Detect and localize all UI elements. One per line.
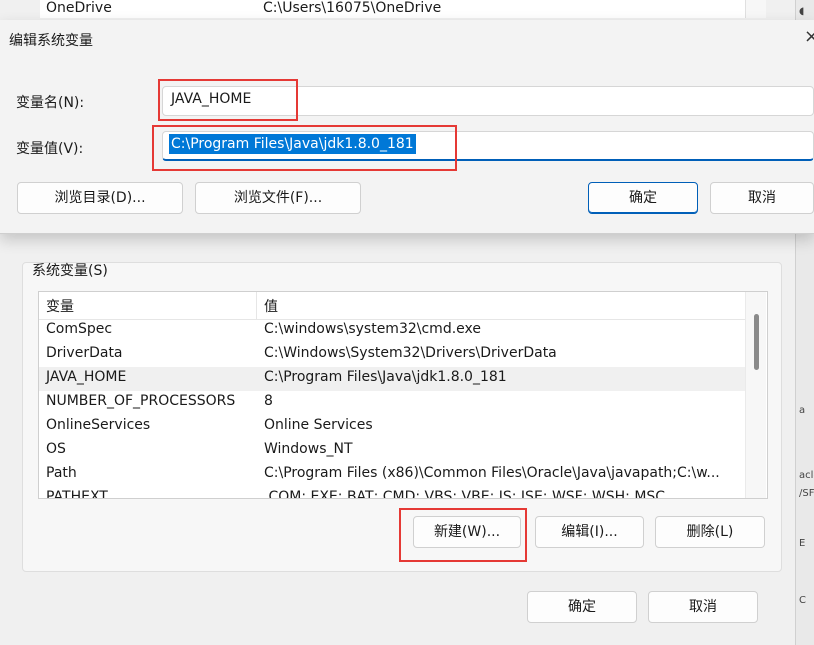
annotation-box-variable-name: [158, 79, 298, 121]
var-value: Online Services: [264, 417, 373, 433]
var-value: 8: [264, 393, 273, 409]
ok-button[interactable]: 确定: [527, 591, 637, 623]
background-icon: ◖: [799, 6, 805, 17]
background-fragment: acle: [799, 470, 814, 481]
column-separator[interactable]: [256, 292, 257, 319]
var-name: OS: [46, 441, 66, 457]
user-var-scrollbar[interactable]: [745, 0, 766, 18]
edit-variable-button[interactable]: 编辑(I)...: [535, 516, 644, 548]
var-value: .COM;.EXE;.BAT;.CMD;.VBS;.VBE;.JS;.JSE;.…: [264, 489, 666, 499]
cancel-button[interactable]: 取消: [648, 591, 758, 623]
table-row[interactable]: NUMBER_OF_PROCESSORS 8: [39, 391, 745, 415]
table-row[interactable]: Path C:\Program Files (x86)\Common Files…: [39, 463, 745, 487]
table-row-selected[interactable]: JAVA_HOME C:\Program Files\Java\jdk1.8.0…: [39, 367, 745, 391]
browse-file-button[interactable]: 浏览文件(F)...: [195, 182, 361, 214]
dialog-title: 编辑系统变量: [9, 33, 93, 49]
delete-variable-button[interactable]: 删除(L): [655, 516, 765, 548]
background-fragment: a: [799, 405, 806, 416]
browse-directory-button[interactable]: 浏览目录(D)...: [17, 182, 183, 214]
var-value: C:\windows\system32\cmd.exe: [264, 321, 481, 337]
background-fragment: E: [799, 538, 806, 549]
var-name: OnlineServices: [46, 417, 151, 433]
list-scrollbar[interactable]: [745, 292, 766, 498]
table-row[interactable]: DriverData C:\Windows\System32\Drivers\D…: [39, 343, 745, 367]
scrollbar-thumb[interactable]: [754, 314, 759, 370]
var-name: DriverData: [46, 345, 123, 361]
var-name: PATHEXT: [46, 489, 108, 499]
system-variables-list[interactable]: 变量 值 ComSpec C:\windows\system32\cmd.exe…: [38, 291, 768, 499]
dialog-cancel-button[interactable]: 取消: [710, 182, 814, 214]
var-name: JAVA_HOME: [46, 369, 127, 385]
table-row[interactable]: ComSpec C:\windows\system32\cmd.exe: [39, 319, 745, 343]
user-var-value: C:\Users\16075\OneDrive: [263, 0, 442, 16]
var-value: Windows_NT: [264, 441, 353, 457]
var-value: C:\Program Files\Java\jdk1.8.0_181: [264, 369, 507, 385]
annotation-box-variable-value: [152, 125, 457, 171]
background-fragment: C: [799, 595, 806, 606]
var-value: C:\Windows\System32\Drivers\DriverData: [264, 345, 557, 361]
table-row[interactable]: PATHEXT .COM;.EXE;.BAT;.CMD;.VBS;.VBE;.J…: [39, 487, 745, 499]
var-name: Path: [46, 465, 77, 481]
variable-name-label: 变量名(N):: [16, 95, 85, 111]
table-row[interactable]: OS Windows_NT: [39, 439, 745, 463]
annotation-box-new-button: [399, 508, 527, 562]
var-name: NUMBER_OF_PROCESSORS: [46, 393, 236, 409]
close-icon[interactable]: ×: [804, 26, 814, 47]
system-variables-label: 系统变量(S): [32, 263, 108, 279]
column-header-value[interactable]: 值: [264, 296, 278, 316]
user-var-row[interactable]: OneDrive C:\Users\16075\OneDrive: [40, 0, 745, 18]
user-var-name: OneDrive: [46, 0, 112, 16]
column-header-name[interactable]: 变量: [46, 296, 74, 316]
var-name: ComSpec: [46, 321, 113, 337]
list-header: 变量 值: [39, 292, 745, 320]
var-value: C:\Program Files (x86)\Common Files\Orac…: [264, 465, 720, 481]
table-row[interactable]: OnlineServices Online Services: [39, 415, 745, 439]
dialog-ok-button[interactable]: 确定: [588, 182, 698, 214]
variable-value-label: 变量值(V):: [16, 141, 84, 157]
background-fragment: /SF;: [799, 488, 814, 499]
